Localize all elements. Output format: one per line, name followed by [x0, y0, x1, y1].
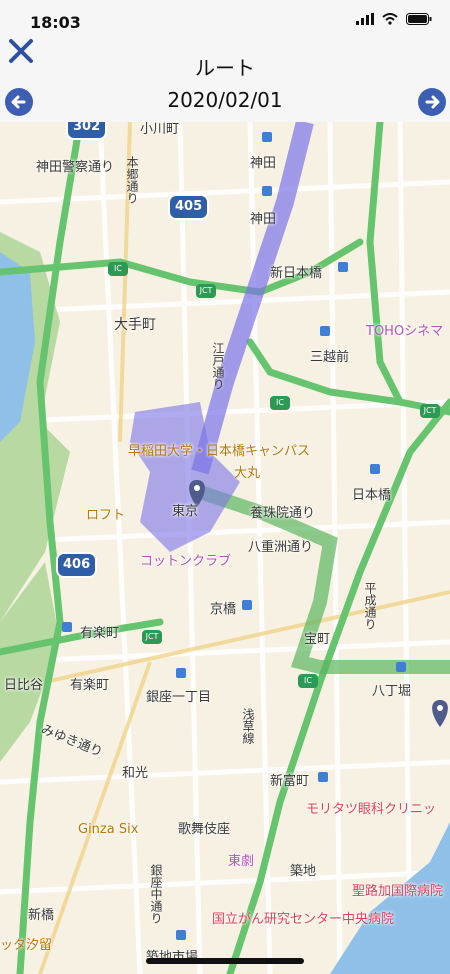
wifi-icon [382, 13, 398, 25]
date-label: 2020/02/01 [167, 88, 283, 112]
page-title: ルート [195, 56, 255, 80]
home-indicator[interactable] [146, 958, 304, 964]
next-date-button[interactable] [418, 88, 446, 116]
map-icons [62, 132, 406, 940]
status-icons [356, 13, 432, 25]
map-view[interactable]: 302 405 406 IC JCT IC JCT JCT IC 小川町 神田警… [0, 122, 450, 974]
status-time: 18:03 [30, 13, 81, 32]
signal-icon [356, 13, 374, 25]
arrow-right-icon [425, 95, 440, 109]
battery-icon [406, 13, 432, 25]
